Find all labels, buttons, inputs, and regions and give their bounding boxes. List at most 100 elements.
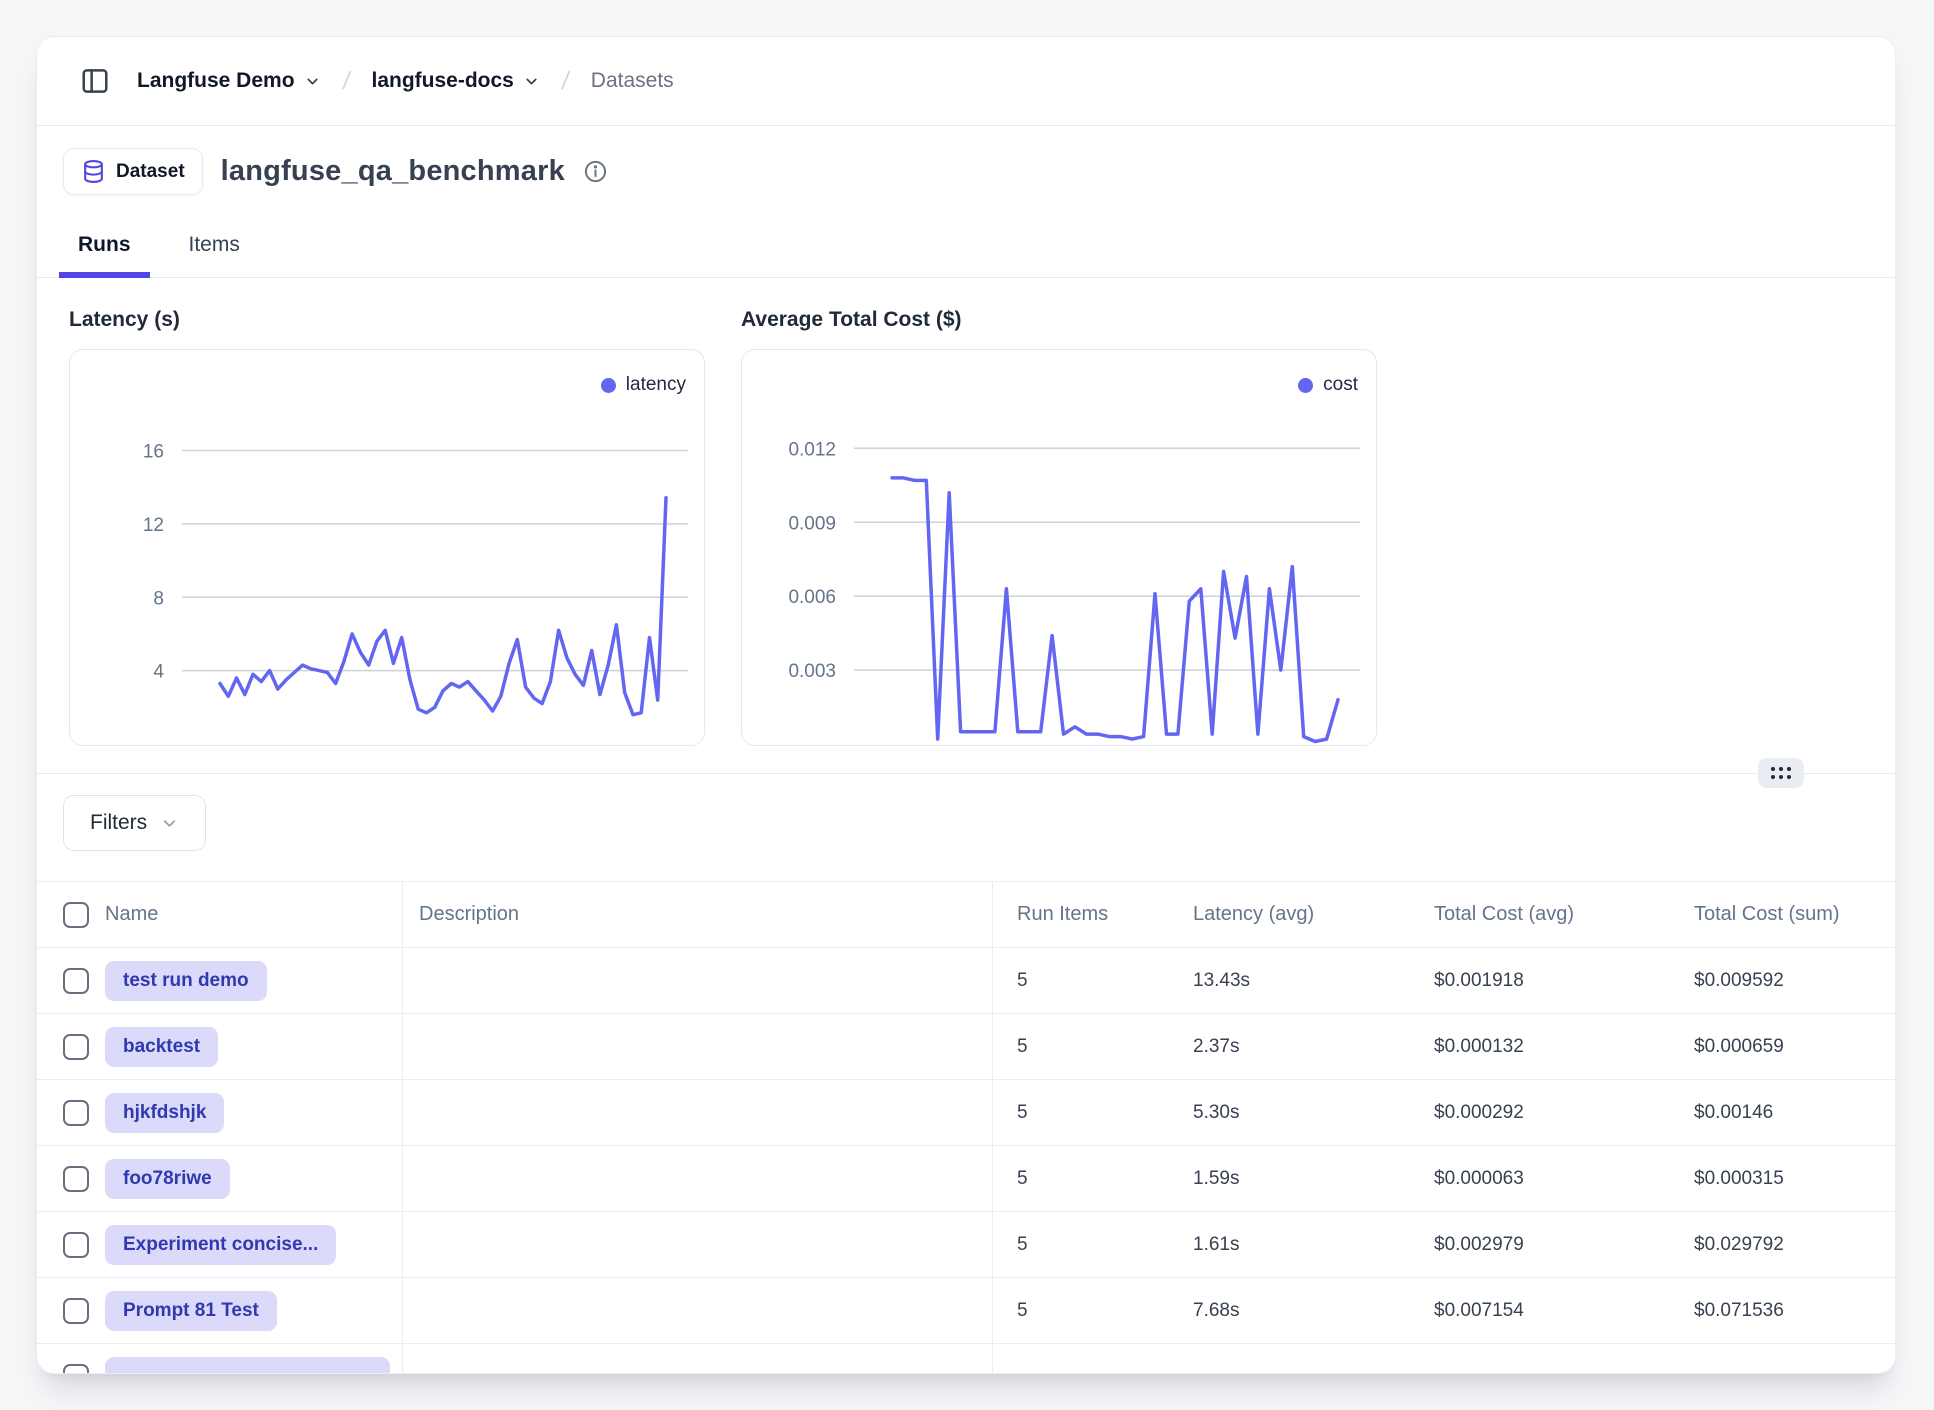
tab-runs[interactable]: Runs bbox=[59, 219, 150, 278]
breadcrumb-separator: / bbox=[560, 67, 571, 96]
cost-chart-group: Average Total Cost ($) 0.0030.0060.0090.… bbox=[741, 308, 1377, 746]
column-header-run-items: Run Items bbox=[993, 882, 1169, 947]
chevron-down-icon bbox=[523, 73, 540, 90]
run-name-badge[interactable]: backtest bbox=[105, 1027, 218, 1067]
tab-bar: Runs Items bbox=[37, 219, 1895, 278]
latency-avg-cell: 7.68s bbox=[1169, 1278, 1410, 1343]
breadcrumb-separator: / bbox=[340, 67, 351, 96]
runs-table: Name Description Run Items Latency (avg)… bbox=[37, 881, 1895, 1374]
sidebar-toggle-button[interactable] bbox=[77, 63, 113, 99]
chevron-down-icon bbox=[304, 73, 321, 90]
latency-chart-title: Latency (s) bbox=[69, 308, 705, 332]
run-name-badge[interactable]: Experiment concise... bbox=[105, 1225, 336, 1265]
dataset-title-row: Dataset langfuse_qa_benchmark bbox=[63, 148, 1895, 195]
svg-text:12: 12 bbox=[143, 515, 164, 536]
legend-label: latency bbox=[626, 374, 686, 396]
row-checkbox[interactable] bbox=[63, 1232, 89, 1258]
run-items-cell: 5 bbox=[993, 1212, 1169, 1277]
svg-text:8: 8 bbox=[153, 588, 164, 609]
legend-dot-icon bbox=[601, 378, 616, 393]
latency-avg-cell: 1.61s bbox=[1169, 1212, 1410, 1277]
table-row: backtest 5 2.37s $0.000132 $0.000659 bbox=[37, 1014, 1895, 1080]
svg-text:0.012: 0.012 bbox=[788, 439, 836, 460]
row-checkbox[interactable] bbox=[63, 1364, 89, 1375]
description-cell bbox=[403, 1278, 993, 1343]
description-cell bbox=[403, 1080, 993, 1145]
svg-text:0.003: 0.003 bbox=[788, 661, 836, 682]
total-cost-avg-cell: $0.002979 bbox=[1410, 1212, 1670, 1277]
column-header-description: Description bbox=[403, 882, 993, 947]
description-cell bbox=[403, 1344, 993, 1374]
panel-left-icon bbox=[80, 66, 110, 96]
latency-avg-cell: 13.43s bbox=[1169, 948, 1410, 1013]
total-cost-sum-cell: $0.029792 bbox=[1670, 1212, 1895, 1277]
row-checkbox[interactable] bbox=[63, 968, 89, 994]
latency-chart-group: Latency (s) 4 8 12 16 latency bbox=[69, 308, 705, 746]
total-cost-avg-cell: $0.001918 bbox=[1410, 948, 1670, 1013]
latency-avg-cell: 5.30s bbox=[1169, 1080, 1410, 1145]
charts-section: Latency (s) 481216 latency Average Total… bbox=[37, 308, 1895, 746]
cost-chart-card: 0.003 0.006 0.009 0.012 cost bbox=[741, 349, 1377, 746]
svg-text:4: 4 bbox=[153, 662, 164, 683]
total-cost-sum-cell: $0.00146 bbox=[1670, 1080, 1895, 1145]
filters-button[interactable]: Filters bbox=[63, 795, 206, 851]
table-row: foo78riwe 5 1.59s $0.000063 $0.000315 bbox=[37, 1146, 1895, 1212]
grip-dots-icon bbox=[1771, 767, 1791, 779]
row-checkbox[interactable] bbox=[63, 1100, 89, 1126]
total-cost-avg-cell: $0.007154 bbox=[1410, 1278, 1670, 1343]
resize-drag-handle[interactable] bbox=[1758, 758, 1804, 788]
svg-text:16: 16 bbox=[143, 442, 164, 463]
run-items-cell: 5 bbox=[993, 1014, 1169, 1079]
app-window: Langfuse Demo / langfuse-docs / Datasets bbox=[36, 36, 1896, 1374]
breadcrumb-page-label[interactable]: Datasets bbox=[591, 69, 674, 93]
description-cell bbox=[403, 1146, 993, 1211]
total-cost-sum-cell: $0.000659 bbox=[1670, 1014, 1895, 1079]
description-cell bbox=[403, 1212, 993, 1277]
select-all-checkbox[interactable] bbox=[63, 902, 89, 928]
run-items-cell: 5 bbox=[993, 1146, 1169, 1211]
total-cost-avg-cell: $0.000063 bbox=[1410, 1146, 1670, 1211]
legend-label: cost bbox=[1323, 374, 1358, 396]
cost-line-chart: 0.003 0.006 0.009 0.012 bbox=[742, 350, 1376, 745]
run-name-badge[interactable]: hjkfdshjk bbox=[105, 1093, 224, 1133]
dataset-type-badge: Dataset bbox=[63, 148, 203, 195]
run-name-badge[interactable]: Prompt 81 Test bbox=[105, 1291, 277, 1331]
total-cost-sum-cell: $0.009592 bbox=[1670, 948, 1895, 1013]
run-name-badge[interactable]: foo78riwe bbox=[105, 1159, 230, 1199]
breadcrumb-project-label: Langfuse Demo bbox=[137, 69, 295, 93]
run-name-badge[interactable]: test run demo bbox=[105, 961, 267, 1001]
chevron-down-icon bbox=[160, 814, 179, 833]
description-cell bbox=[403, 948, 993, 1013]
info-icon[interactable] bbox=[583, 159, 608, 184]
latency-chart-card: 4 8 12 16 latency bbox=[69, 349, 705, 746]
total-cost-avg-cell: $0.000132 bbox=[1410, 1014, 1670, 1079]
latency-chart-legend: latency bbox=[601, 374, 686, 396]
column-header-total-cost-sum: Total Cost (sum) bbox=[1670, 882, 1895, 947]
breadcrumb-project-dropdown[interactable]: Langfuse Demo bbox=[137, 69, 321, 93]
column-header-latency-avg: Latency (avg) bbox=[1169, 882, 1410, 947]
filters-row: Filters bbox=[63, 795, 1895, 851]
dataset-badge-label: Dataset bbox=[116, 161, 185, 183]
filters-button-label: Filters bbox=[90, 811, 147, 835]
run-name-badge[interactable] bbox=[105, 1357, 390, 1375]
row-checkbox[interactable] bbox=[63, 1298, 89, 1324]
latency-avg-cell: 1.59s bbox=[1169, 1146, 1410, 1211]
svg-text:0.006: 0.006 bbox=[788, 587, 836, 608]
cost-chart-legend: cost bbox=[1298, 374, 1358, 396]
legend-dot-icon bbox=[1298, 378, 1313, 393]
table-row: Prompt 81 Test 5 7.68s $0.007154 $0.0715… bbox=[37, 1278, 1895, 1344]
latency-avg-cell: 2.37s bbox=[1169, 1014, 1410, 1079]
run-items-cell: 5 bbox=[993, 1080, 1169, 1145]
breadcrumb-environment-label: langfuse-docs bbox=[371, 69, 513, 93]
breadcrumb-environment-dropdown[interactable]: langfuse-docs bbox=[371, 69, 539, 93]
section-divider bbox=[37, 773, 1895, 774]
breadcrumb: Langfuse Demo / langfuse-docs / Datasets bbox=[137, 67, 674, 96]
description-cell bbox=[403, 1014, 993, 1079]
page-title: langfuse_qa_benchmark bbox=[221, 155, 565, 188]
svg-text:0.009: 0.009 bbox=[788, 513, 836, 534]
row-checkbox[interactable] bbox=[63, 1034, 89, 1060]
row-checkbox[interactable] bbox=[63, 1166, 89, 1192]
table-row-clipped bbox=[37, 1344, 1895, 1374]
latency-line-chart: 4 8 12 16 bbox=[70, 350, 704, 745]
tab-items[interactable]: Items bbox=[170, 219, 259, 278]
